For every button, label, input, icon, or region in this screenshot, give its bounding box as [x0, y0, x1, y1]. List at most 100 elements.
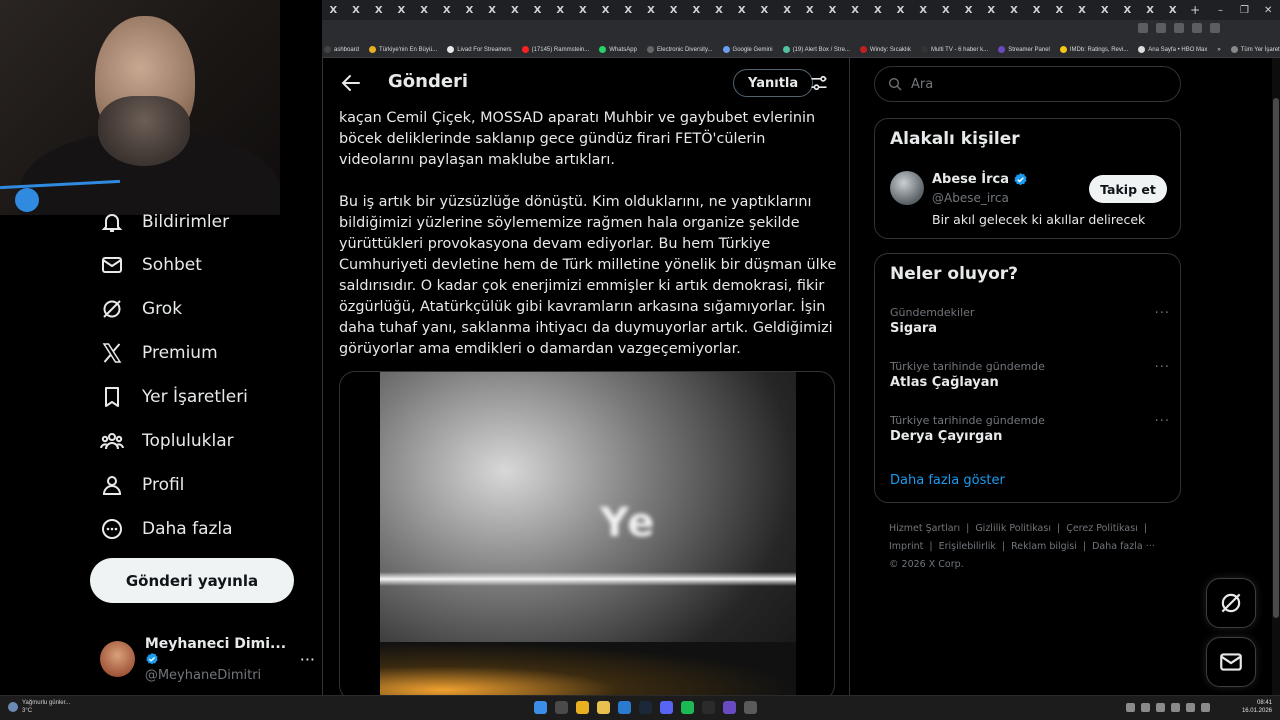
- profile-icon[interactable]: [1210, 23, 1220, 33]
- spotify-icon[interactable]: [681, 701, 694, 714]
- browser-tab[interactable]: X: [1025, 0, 1048, 20]
- bookmark-item[interactable]: Google Gemini: [722, 46, 773, 53]
- browser-tab[interactable]: X: [1093, 0, 1116, 20]
- browser-tab[interactable]: X: [1161, 0, 1184, 20]
- folder-icon[interactable]: [597, 701, 610, 714]
- browser-tab[interactable]: X: [322, 0, 345, 20]
- start-icon[interactable]: [534, 701, 547, 714]
- steam-icon[interactable]: [639, 701, 652, 714]
- search-box[interactable]: [874, 66, 1181, 102]
- settings-sliders-icon[interactable]: [809, 73, 829, 93]
- browser-tab[interactable]: X: [798, 0, 821, 20]
- bookmark-item[interactable]: WhatsApp: [599, 46, 637, 53]
- streamer-app-icon[interactable]: [723, 701, 736, 714]
- post-media[interactable]: Ye: [339, 371, 835, 701]
- browser-tab[interactable]: X: [889, 0, 912, 20]
- browser-tab[interactable]: X: [1139, 0, 1162, 20]
- extensions-icon[interactable]: [1192, 23, 1202, 33]
- browser-tab[interactable]: X: [367, 0, 390, 20]
- bookmark-item[interactable]: Multi TV - 6 haber k...: [920, 46, 988, 53]
- browser-tab[interactable]: X: [753, 0, 776, 20]
- follow-button[interactable]: Takip et: [1089, 175, 1167, 203]
- post-button[interactable]: Gönderi yayınla: [90, 558, 294, 603]
- browser-tab[interactable]: X: [912, 0, 935, 20]
- tray-app-icon[interactable]: [1141, 703, 1150, 712]
- browser-tab[interactable]: X: [458, 0, 481, 20]
- volume-icon[interactable]: [1201, 703, 1210, 712]
- grok-floating-button[interactable]: [1206, 578, 1256, 628]
- browser-tab[interactable]: X: [413, 0, 436, 20]
- footer-link[interactable]: Gizlilik Politikası: [975, 523, 1051, 534]
- bookmark-item[interactable]: IMDb: Ratings, Revi...: [1059, 46, 1128, 53]
- browser-tab[interactable]: X: [1003, 0, 1026, 20]
- browser-tab[interactable]: X: [844, 0, 867, 20]
- video-player[interactable]: Ye: [380, 372, 796, 700]
- nav-item-6[interactable]: Topluluklar: [100, 426, 234, 456]
- browser-tab[interactable]: X: [526, 0, 549, 20]
- browser-tab[interactable]: X: [617, 0, 640, 20]
- trend-more-icon[interactable]: ···: [1155, 360, 1170, 375]
- related-user-name[interactable]: Abese İrca: [932, 172, 1028, 187]
- browser-tab[interactable]: X: [1071, 0, 1094, 20]
- messages-floating-button[interactable]: [1206, 637, 1256, 687]
- browser-tab[interactable]: X: [980, 0, 1003, 20]
- browser-tab[interactable]: X: [390, 0, 413, 20]
- nav-item-8[interactable]: Daha fazla: [100, 514, 233, 544]
- trend-item[interactable]: Türkiye tarihinde gündemde Atlas Çağlayan…: [890, 360, 1170, 390]
- system-tray[interactable]: [1126, 703, 1210, 712]
- trend-more-icon[interactable]: ···: [1155, 306, 1170, 321]
- browser-tab[interactable]: X: [1116, 0, 1139, 20]
- app-icon[interactable]: [702, 701, 715, 714]
- trend-item[interactable]: Gündemdekiler Sigara ···: [890, 306, 1170, 336]
- browser-tab[interactable]: X: [504, 0, 527, 20]
- footer-link[interactable]: Erişilebilirlik: [939, 541, 996, 552]
- scrollbar-thumb[interactable]: [1273, 98, 1279, 618]
- trend-more-icon[interactable]: ···: [1155, 414, 1170, 429]
- chevron-up-icon[interactable]: [1126, 703, 1135, 712]
- account-more-icon[interactable]: ···: [300, 650, 315, 669]
- bookmark-item[interactable]: (17145) Rammstein...: [521, 46, 589, 53]
- nav-item-3[interactable]: Grok: [100, 294, 182, 324]
- bookmark-item[interactable]: »: [1217, 47, 1220, 53]
- discord-icon[interactable]: [660, 701, 673, 714]
- account-switcher[interactable]: Meyhaneci Dimi... @MeyhaneDimitri ···: [100, 635, 315, 683]
- chrome-icon[interactable]: [576, 701, 589, 714]
- back-arrow-icon[interactable]: [339, 71, 363, 95]
- browser-tab[interactable]: X: [481, 0, 504, 20]
- bookmark-item[interactable]: Livad For Streamers: [447, 46, 512, 53]
- search-input[interactable]: [911, 76, 1151, 92]
- browser-tab[interactable]: X: [730, 0, 753, 20]
- footer-link[interactable]: Reklam bilgisi: [1011, 541, 1077, 552]
- window-minimize-button[interactable]: –: [1218, 0, 1223, 20]
- browser-tab[interactable]: X: [867, 0, 890, 20]
- reply-button[interactable]: Yanıtla: [733, 69, 814, 97]
- browser-tab[interactable]: X: [957, 0, 980, 20]
- browser-tab[interactable]: X: [662, 0, 685, 20]
- footer-link[interactable]: Daha fazla ···: [1092, 541, 1155, 552]
- tray-app-icon[interactable]: [1156, 703, 1165, 712]
- trend-item[interactable]: Türkiye tarihinde gündemde Derya Çayırgan…: [890, 414, 1170, 444]
- cast-icon[interactable]: [1138, 23, 1148, 33]
- window-close-button[interactable]: ✕: [1264, 0, 1272, 20]
- bookmark-item[interactable]: Ana Sayfa • HBO Max: [1138, 46, 1207, 53]
- browser-tab[interactable]: X: [1048, 0, 1071, 20]
- app-icon[interactable]: [618, 701, 631, 714]
- window-maximize-button[interactable]: ❐: [1240, 0, 1249, 20]
- footer-link[interactable]: Imprint: [889, 541, 923, 552]
- bookmark-item[interactable]: Türkiye'nin En Büyü...: [369, 46, 437, 53]
- bookmark-item[interactable]: Tüm Yer İşaretleri: [1230, 46, 1280, 53]
- star-icon[interactable]: [1174, 23, 1184, 33]
- bookmark-item[interactable]: Electronic Diversity...: [646, 46, 713, 53]
- page-scrollbar[interactable]: [1272, 58, 1280, 695]
- bookmark-item[interactable]: Streamer Panel: [998, 46, 1050, 53]
- zoom-icon[interactable]: [1156, 23, 1166, 33]
- nav-item-1[interactable]: Bildirimler: [100, 207, 229, 237]
- nav-item-7[interactable]: Profil: [100, 470, 184, 500]
- browser-tab[interactable]: X: [776, 0, 799, 20]
- browser-extension-icons[interactable]: [1138, 23, 1220, 33]
- browser-tab[interactable]: X: [685, 0, 708, 20]
- avatar[interactable]: [890, 171, 924, 205]
- search-icon[interactable]: [555, 701, 568, 714]
- nav-item-2[interactable]: Sohbet: [100, 250, 202, 280]
- show-more-link[interactable]: Daha fazla göster: [890, 473, 1005, 488]
